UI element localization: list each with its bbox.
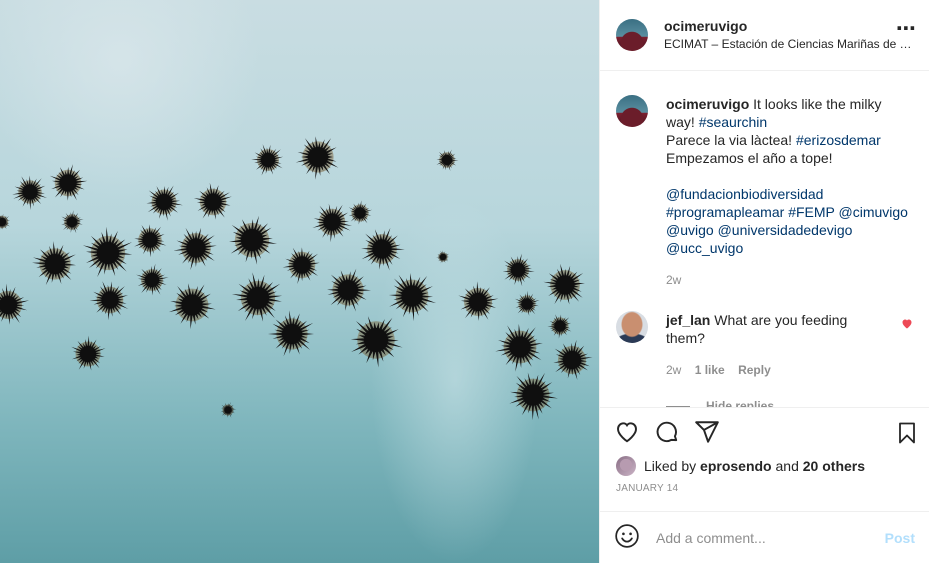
- post-side-panel: ocimeruvigo ECIMAT – Estación de Ciencia…: [599, 0, 929, 563]
- hashtag-femp[interactable]: #FEMP: [788, 204, 834, 220]
- likes-middle: and: [775, 458, 799, 474]
- likes-others[interactable]: 20 others: [803, 458, 865, 474]
- sea-urchin: [514, 290, 540, 316]
- sea-urchin: [61, 210, 84, 234]
- sea-urchin: [146, 185, 183, 221]
- more-icon[interactable]: ⋯: [896, 19, 917, 39]
- sea-urchin: [82, 226, 133, 278]
- caption-line2: Parece la via làctea!: [666, 132, 793, 148]
- sea-urchin: [231, 272, 283, 322]
- hide-replies-label: Hide replies: [706, 399, 775, 407]
- sea-urchin: [436, 149, 459, 171]
- mention-cimuvigo[interactable]: @cimuvigo: [839, 204, 908, 220]
- sea-urchin: [348, 200, 373, 225]
- sea-urchin: [32, 241, 76, 286]
- caption-age[interactable]: 2w: [666, 273, 681, 287]
- caption-username[interactable]: ocimeruvigo: [666, 96, 749, 112]
- reply-button[interactable]: Reply: [738, 363, 771, 377]
- bookmark-icon[interactable]: [895, 420, 919, 449]
- sea-urchin: [71, 335, 106, 371]
- commenter-avatar[interactable]: [616, 311, 648, 343]
- action-bar: [600, 407, 929, 455]
- sea-urchin: [220, 402, 237, 418]
- emoji-icon[interactable]: [614, 523, 640, 552]
- author-avatar[interactable]: [616, 19, 648, 51]
- sea-urchin: [361, 227, 405, 271]
- sea-urchin: [134, 224, 167, 258]
- sea-urchin: [553, 339, 593, 380]
- caption-avatar[interactable]: [616, 95, 648, 127]
- hashtag-erizosdemar[interactable]: #erizosdemar: [796, 132, 881, 148]
- sea-urchin: [168, 283, 216, 330]
- sea-urchin: [436, 250, 450, 264]
- share-icon[interactable]: [694, 419, 720, 445]
- heart-icon[interactable]: [614, 419, 640, 445]
- mention-uvigo[interactable]: @uvigo: [666, 222, 714, 238]
- sea-urchin-photo-art: [0, 136, 593, 421]
- sea-urchin: [458, 281, 499, 321]
- sea-urchin: [495, 323, 543, 372]
- sea-urchin: [193, 182, 232, 220]
- author-info: ocimeruvigo ECIMAT – Estación de Ciencia…: [664, 17, 913, 53]
- likes-row: Liked by eprosendo and 20 others: [600, 455, 929, 477]
- sea-urchin: [350, 316, 403, 368]
- post-photo[interactable]: [0, 0, 599, 563]
- sea-urchin: [173, 227, 217, 271]
- sea-urchin: [312, 203, 352, 243]
- sea-urchin: [268, 310, 314, 357]
- sea-urchin: [509, 372, 558, 421]
- sea-urchin: [388, 273, 437, 322]
- post-location[interactable]: ECIMAT – Estación de Ciencias Mariñas de…: [664, 35, 913, 53]
- sea-urchin: [327, 268, 371, 312]
- hashtag-seaurchin[interactable]: #seaurchin: [699, 114, 768, 130]
- caption-body: ocimeruvigo It looks like the milky way!…: [666, 95, 910, 289]
- comment-icon[interactable]: [654, 419, 680, 445]
- sea-urchin: [543, 263, 585, 305]
- comments-section: ocimeruvigo It looks like the milky way!…: [600, 71, 929, 407]
- comment-body: jef_lan What are you feeding them? 2w 1 …: [666, 311, 876, 379]
- comment-age[interactable]: 2w: [666, 363, 681, 377]
- comment-likes[interactable]: 1 like: [695, 363, 725, 377]
- liker-username[interactable]: eprosendo: [700, 458, 772, 474]
- caption: ocimeruvigo It looks like the milky way!…: [616, 95, 913, 289]
- mention-ucc-uvigo[interactable]: @ucc_uvigo: [666, 240, 743, 256]
- liker-avatar[interactable]: [616, 456, 636, 476]
- sea-urchin: [0, 213, 11, 230]
- sea-urchin: [547, 314, 572, 339]
- mention-fundacionbiodiversidad[interactable]: @fundacionbiodiversidad: [666, 186, 823, 202]
- sea-urchin: [136, 263, 169, 296]
- post-date[interactable]: JANUARY 14: [600, 477, 929, 511]
- add-comment-bar: Post: [600, 511, 929, 563]
- sea-urchin: [89, 281, 129, 321]
- comment-item: jef_lan What are you feeding them? 2w 1 …: [616, 311, 913, 379]
- caption-meta: 2w: [666, 271, 910, 289]
- comment-heart-icon[interactable]: [901, 317, 913, 333]
- post-button[interactable]: Post: [885, 530, 915, 546]
- sea-urchin: [282, 247, 320, 284]
- caption-line3: Empezamos el año a tope!: [666, 150, 833, 166]
- sea-urchin: [49, 164, 88, 201]
- hide-replies-button[interactable]: Hide replies: [666, 399, 913, 407]
- sea-urchin: [502, 253, 535, 287]
- sea-urchin: [229, 215, 277, 265]
- sea-urchin: [295, 136, 339, 180]
- instagram-post: ocimeruvigo ECIMAT – Estación de Ciencia…: [0, 0, 929, 563]
- comment-meta: 2w 1 like Reply: [666, 361, 876, 379]
- sea-urchin: [251, 144, 284, 176]
- author-username[interactable]: ocimeruvigo: [664, 17, 913, 35]
- commenter-username[interactable]: jef_lan: [666, 312, 710, 328]
- hashtag-programapleamar[interactable]: #programapleamar: [666, 204, 784, 220]
- sea-urchin: [0, 283, 30, 325]
- comment-input[interactable]: [656, 529, 885, 546]
- sea-urchin: [12, 175, 47, 210]
- likes-prefix: Liked by: [644, 458, 697, 474]
- mention-universidadedevigo[interactable]: @universidadedevigo: [718, 222, 853, 238]
- post-header: ocimeruvigo ECIMAT – Estación de Ciencia…: [600, 0, 929, 71]
